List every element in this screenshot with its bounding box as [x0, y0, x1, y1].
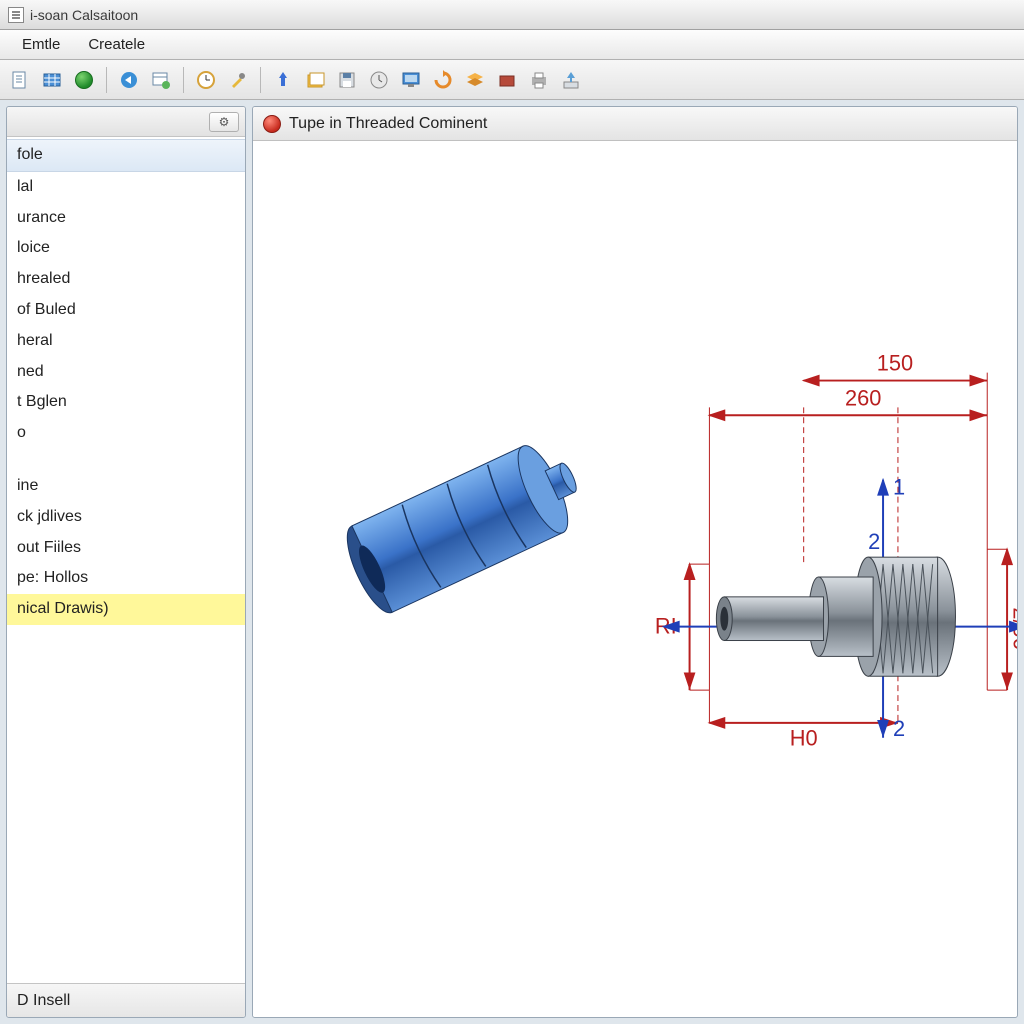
list-item[interactable]: out Fiiles [7, 533, 245, 564]
side-footer-label: D Insell [17, 992, 70, 1010]
toolbar-separator [260, 67, 261, 93]
toolbar [0, 60, 1024, 100]
toolbar-doc-icon[interactable] [6, 66, 34, 94]
canvas-header: Tupe in Threaded Cominent [253, 107, 1017, 141]
toolbar-tools-icon[interactable] [224, 66, 252, 94]
titlebar: i-soan Calsaitoon [0, 0, 1024, 30]
axis-label-2b: 2 [893, 716, 905, 741]
toolbar-pin-blue-icon[interactable] [269, 66, 297, 94]
dim-bottom-H0: H0 [790, 726, 818, 751]
list-item[interactable]: lal [7, 172, 245, 203]
list-item[interactable]: o [7, 418, 245, 449]
toolbar-disk-icon[interactable] [333, 66, 361, 94]
cad-drawing: 150 260 RI 90/7 [253, 141, 1017, 1017]
toolbar-upload-icon[interactable] [557, 66, 585, 94]
menu-emtle[interactable]: Emtle [8, 32, 74, 57]
toolbar-brick-icon[interactable] [493, 66, 521, 94]
canvas-title: Tupe in Threaded Cominent [289, 115, 487, 133]
side-settings-button[interactable]: ⚙ [209, 112, 239, 132]
toolbar-clock-icon[interactable] [192, 66, 220, 94]
canvas-panel: Tupe in Threaded Cominent [252, 106, 1018, 1018]
axis-label-1: 1 [893, 475, 905, 500]
axis-label-2: 2 [868, 529, 880, 554]
toolbar-globe-green-icon[interactable] [70, 66, 98, 94]
list-item[interactable]: loice [7, 233, 245, 264]
toolbar-refresh-orange-icon[interactable] [429, 66, 457, 94]
toolbar-clock-grey-icon[interactable] [365, 66, 393, 94]
toolbar-separator [183, 67, 184, 93]
sidebar-section-header[interactable]: fole [7, 139, 245, 172]
list-item[interactable]: pe: Hollos [7, 563, 245, 594]
side-panel-header: ⚙ [7, 107, 245, 137]
list-item[interactable]: urance [7, 203, 245, 234]
list-item[interactable]: t Bglen [7, 387, 245, 418]
menu-createle[interactable]: Createle [74, 32, 159, 57]
dim-top-150: 150 [877, 351, 913, 376]
toolbar-separator [106, 67, 107, 93]
list-item[interactable]: ned [7, 357, 245, 388]
list-item[interactable]: heral [7, 326, 245, 357]
window-title: i-soan Calsaitoon [30, 7, 138, 23]
toolbar-layers-icon[interactable] [461, 66, 489, 94]
toolbar-grid-icon[interactable] [38, 66, 66, 94]
list-item[interactable]: of Buled [7, 295, 245, 326]
dim-top-260: 260 [845, 385, 881, 410]
dim-right-rot: 90/7 [1009, 607, 1017, 649]
side-panel: ⚙ fole lal urance loice hrealed of Buled… [6, 106, 246, 1018]
list-blank [7, 449, 245, 471]
canvas-viewport[interactable]: 150 260 RI 90/7 [253, 141, 1017, 1017]
side-panel-body[interactable]: fole lal urance loice hrealed of Buled h… [7, 137, 245, 983]
list-item[interactable]: ck jdlives [7, 502, 245, 533]
workspace: ⚙ fole lal urance loice hrealed of Buled… [0, 100, 1024, 1024]
menubar: Emtle Createle [0, 30, 1024, 60]
toolbar-arrow-circle-icon[interactable] [115, 66, 143, 94]
toolbar-sheets-icon[interactable] [301, 66, 329, 94]
list-item-highlighted[interactable]: nical Drawis) [7, 594, 245, 625]
list-item[interactable]: ine [7, 471, 245, 502]
toolbar-printer-icon[interactable] [525, 66, 553, 94]
globe-red-icon [263, 115, 281, 133]
toolbar-monitor-icon[interactable] [397, 66, 425, 94]
app-doc-icon [8, 7, 24, 23]
gear-icon: ⚙ [219, 115, 230, 129]
side-panel-footer: D Insell [7, 983, 245, 1017]
toolbar-table-refresh-icon[interactable] [147, 66, 175, 94]
list-item[interactable]: hrealed [7, 264, 245, 295]
